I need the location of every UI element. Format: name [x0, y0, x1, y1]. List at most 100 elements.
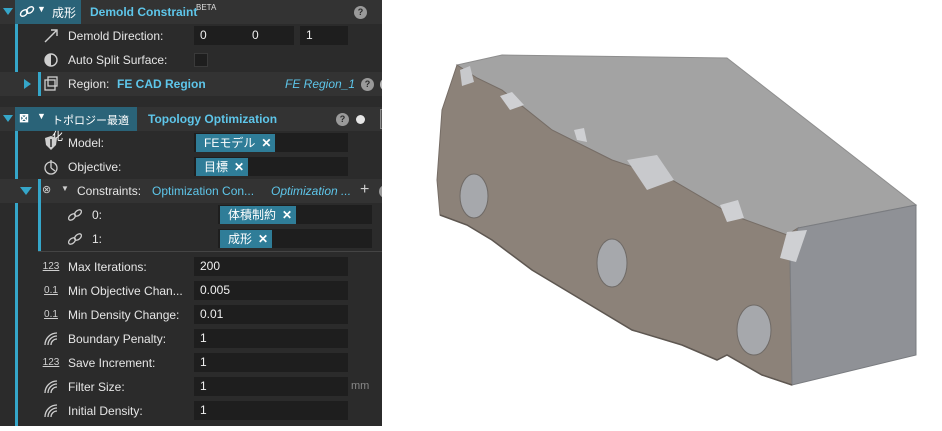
- constraint-item-0: 0: 体積制約 ✕: [0, 203, 382, 227]
- half-circle-icon: [44, 53, 58, 67]
- link-icon: [67, 233, 83, 245]
- demold-tab[interactable]: ▼ 成形: [15, 0, 81, 24]
- param-label: Boundary Penalty:: [68, 332, 167, 346]
- remove-icon[interactable]: ✕: [258, 232, 268, 246]
- link-icon: [19, 6, 35, 17]
- model-label: Model:: [68, 136, 105, 150]
- param-label: Min Objective Chan...: [68, 284, 183, 298]
- topology-tab[interactable]: ⊠ ▼ トポロジー最適化: [15, 107, 137, 143]
- shield-icon: [45, 136, 57, 150]
- constraints-row[interactable]: ⊗ ▼ Constraints: Optimization Con... Opt…: [0, 179, 398, 203]
- demold-tab-label: 成形: [52, 6, 77, 20]
- direction-z-field[interactable]: 1: [300, 26, 348, 45]
- properties-panel: ▼ 成形 Demold Constraint BETA ? Demold Dir…: [0, 0, 400, 426]
- direction-y-field[interactable]: 0: [246, 26, 294, 45]
- model-row: Model: FEモデル ✕: [0, 131, 382, 155]
- param-field[interactable]: 0.01: [194, 305, 348, 324]
- objective-icon: [44, 160, 58, 175]
- param-field[interactable]: 1: [194, 401, 348, 420]
- remove-icon[interactable]: ✕: [234, 160, 244, 174]
- constraint-index: 0:: [92, 208, 103, 222]
- demold-direction-label: Demold Direction:: [68, 29, 164, 43]
- param-row-min-density: 0.1 Min Density Change: 0.01: [0, 303, 382, 327]
- objective-tag-label: 目標: [204, 160, 229, 174]
- objective-tag[interactable]: 目標 ✕: [196, 158, 249, 176]
- region-value[interactable]: FE CAD Region: [117, 77, 206, 91]
- beta-badge: BETA: [196, 3, 217, 12]
- collapse-triangle-icon[interactable]: [3, 115, 13, 122]
- param-row-boundary-penalty: Boundary Penalty: 1: [0, 327, 382, 351]
- topology-header[interactable]: ⊠ ▼ トポロジー最適化 Topology Optimization ?: [0, 107, 398, 143]
- constraints-group-bar: [38, 179, 41, 203]
- arc-icon: [44, 404, 58, 418]
- param-row-min-objective: 0.1 Min Objective Chan... 0.005: [0, 279, 382, 303]
- hole-2: [596, 238, 628, 288]
- param-row-save-increment: 123 Save Increment: 1: [0, 351, 382, 375]
- param-label: Filter Size:: [68, 380, 125, 394]
- constraint-tag[interactable]: 成形 ✕: [220, 230, 273, 248]
- constraints-ref[interactable]: Optimization ...: [271, 184, 351, 198]
- param-label: Min Density Change:: [68, 308, 180, 322]
- collapse-triangle-icon[interactable]: [20, 187, 32, 195]
- param-field[interactable]: 1: [194, 377, 348, 396]
- block-model: [436, 54, 918, 386]
- param-row-initial-density: Initial Density: 1: [0, 399, 382, 423]
- topology-title: Topology Optimization: [148, 112, 278, 126]
- constraints-link-icon: ⊗: [42, 184, 52, 196]
- constraint-tag-label: 成形: [228, 232, 253, 246]
- model-tag-label: FEモデル: [204, 136, 256, 150]
- remove-icon[interactable]: ✕: [282, 208, 292, 222]
- decimal-icon: 0.1: [44, 309, 58, 320]
- add-icon[interactable]: +: [360, 181, 369, 199]
- integer-icon: 123: [42, 261, 60, 272]
- help-icon[interactable]: ?: [361, 78, 374, 91]
- constraints-label: Constraints:: [77, 184, 142, 198]
- auto-split-label: Auto Split Surface:: [68, 53, 168, 67]
- param-field[interactable]: 1: [194, 353, 348, 372]
- constraint-item-1: 1: 成形 ✕: [0, 227, 382, 251]
- help-icon[interactable]: ?: [336, 113, 349, 126]
- auto-split-checkbox[interactable]: [194, 53, 208, 67]
- decimal-icon: 0.1: [44, 285, 58, 296]
- unit-label: mm: [351, 380, 370, 392]
- hole-3: [736, 304, 772, 356]
- param-label: Initial Density:: [68, 404, 143, 418]
- region-row[interactable]: Region: FE CAD Region FE Region_1 ?: [0, 72, 393, 96]
- region-icon: [44, 76, 58, 91]
- integer-icon: 123: [42, 357, 60, 368]
- expand-triangle-icon[interactable]: [24, 79, 31, 89]
- arc-icon: [44, 332, 58, 346]
- demold-header[interactable]: ▼ 成形 Demold Constraint BETA ?: [0, 0, 382, 24]
- demold-title: Demold Constraint: [90, 5, 198, 19]
- param-field[interactable]: 200: [194, 257, 348, 276]
- demold-direction-row: Demold Direction: 0 0 1: [0, 24, 382, 48]
- constraint-index: 1:: [92, 232, 103, 246]
- hole-1: [459, 173, 489, 219]
- model-tag[interactable]: FEモデル ✕: [196, 134, 276, 152]
- 3d-viewport[interactable]: [382, 0, 942, 426]
- region-label: Region:: [68, 77, 110, 91]
- status-dot-icon[interactable]: [356, 115, 365, 124]
- chevron-down-icon: ▼: [37, 4, 46, 14]
- model-end-face: [789, 204, 917, 386]
- help-icon[interactable]: ?: [354, 6, 367, 19]
- arrow-diagonal-icon: [44, 29, 58, 43]
- constraint-tag[interactable]: 体積制約 ✕: [220, 206, 297, 224]
- region-group-bar: [38, 72, 41, 96]
- objective-row: Objective: 目標 ✕: [0, 155, 382, 179]
- topology-glyph-icon: ⊠: [19, 111, 30, 125]
- auto-split-row: Auto Split Surface:: [0, 48, 382, 72]
- remove-icon[interactable]: ✕: [261, 136, 271, 150]
- chevron-down-icon: ▼: [61, 184, 69, 193]
- constraints-value[interactable]: Optimization Con...: [152, 184, 254, 198]
- param-field[interactable]: 0.005: [194, 281, 348, 300]
- param-label: Save Increment:: [68, 356, 156, 370]
- link-icon: [67, 209, 83, 221]
- collapse-triangle-icon[interactable]: [3, 8, 13, 15]
- constraint-tag-label: 体積制約: [228, 208, 277, 222]
- region-ref[interactable]: FE Region_1: [285, 77, 355, 91]
- param-row-filter-size: Filter Size: 1 mm: [0, 375, 382, 399]
- param-field[interactable]: 1: [194, 329, 348, 348]
- param-row-max-iterations: 123 Max Iterations: 200: [0, 255, 382, 279]
- param-label: Max Iterations:: [68, 260, 147, 274]
